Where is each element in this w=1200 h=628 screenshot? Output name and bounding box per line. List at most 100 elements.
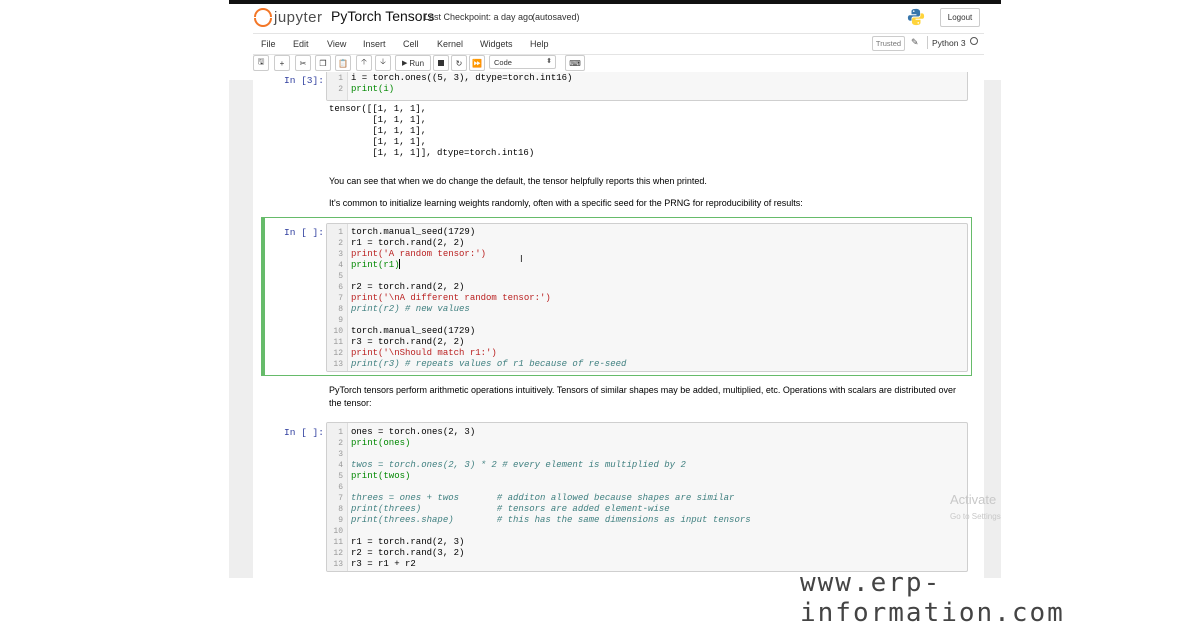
run-button[interactable]: ▶ Run (395, 55, 431, 71)
copy-button[interactable]: ❐ (315, 55, 331, 71)
line-number: 12 (333, 349, 343, 358)
arrow-down-icon: 🡣 (380, 57, 386, 66)
line-number: 10 (333, 527, 343, 536)
move-down-button[interactable]: 🡣 (375, 55, 391, 71)
code-text: r2 = torch.rand(3, 2) (351, 548, 465, 558)
line-number: 2 (338, 85, 343, 94)
markdown-text: the tensor: (329, 398, 372, 408)
line-number: 5 (338, 472, 343, 481)
code-cell-editor[interactable]: 1 ones = torch.ones(2, 3) 2 print(ones) 3 … (326, 422, 968, 572)
trusted-indicator[interactable]: Trusted (872, 36, 905, 51)
kernel-separator (927, 36, 928, 49)
line-number: 1 (338, 228, 343, 237)
menu-cell[interactable]: Cell (403, 39, 419, 49)
jupyter-logo-icon (254, 8, 272, 27)
jupyter-logo[interactable]: jupyter (254, 6, 323, 28)
code-text: r1 = torch.rand(2, 2) (351, 238, 465, 248)
text-cursor (399, 259, 400, 269)
line-number: 4 (338, 261, 343, 270)
code-cell-editor[interactable]: 1 i = torch.ones((5, 3), dtype=torch.int1… (326, 72, 968, 101)
code-text: print(twos) (351, 471, 411, 481)
interrupt-button[interactable] (433, 55, 449, 71)
line-number: 9 (338, 516, 343, 525)
code-text: r3 = r1 + r2 (351, 559, 416, 569)
pencil-icon[interactable]: ✎ (911, 37, 919, 48)
menu-help[interactable]: Help (530, 39, 549, 49)
code-line: 10 torch.manual_seed(1729) (327, 326, 967, 337)
logo-text: jupyter (274, 8, 323, 26)
activation-watermark: Activate (950, 492, 997, 507)
cell-prompt: In [ ]: (284, 427, 324, 438)
line-number: 13 (333, 560, 343, 569)
markdown-text: You can see that when we do change the d… (329, 176, 707, 186)
code-line: 1 ones = torch.ones(2, 3) (327, 427, 967, 438)
save-button[interactable]: 🖫 (253, 55, 269, 71)
code-line: 2 print(i) (327, 84, 967, 95)
cut-button[interactable]: ✂ (295, 55, 311, 71)
code-text: print('A random tensor:') (351, 249, 487, 259)
notebook-title[interactable]: PyTorch Tensors (331, 8, 434, 24)
line-number: 8 (338, 305, 343, 314)
code-text: print(r2) # new values (351, 304, 470, 314)
menu-edit[interactable]: Edit (293, 39, 309, 49)
code-text: print(ones) (351, 438, 411, 448)
paste-button[interactable]: 📋 (335, 55, 351, 71)
code-text: print(threes.shape) # this has the same … (351, 515, 751, 525)
autosave-status: (autosaved) (532, 12, 580, 22)
restart-button[interactable]: ↻ (451, 55, 467, 71)
code-line: 9 (327, 315, 967, 326)
code-text: print('\nA different random tensor:') (351, 293, 551, 303)
select-arrow-icon: ⬍ (546, 58, 552, 65)
line-number: 6 (338, 283, 343, 292)
kernel-name: Python 3 (932, 38, 966, 48)
code-line: 10 (327, 526, 967, 537)
cell-type-select[interactable]: Code ⬍ (489, 55, 556, 69)
command-palette-button[interactable]: ⌨ (565, 55, 585, 71)
restart-run-all-button[interactable]: ⏩ (469, 55, 485, 71)
arrow-up-icon: 🡡 (361, 57, 367, 66)
line-number: 2 (338, 439, 343, 448)
menu-file[interactable]: File (261, 39, 276, 49)
fast-forward-icon: ⏩ (472, 58, 482, 68)
menu-widgets[interactable]: Widgets (480, 39, 513, 49)
logout-button[interactable]: Logout (940, 8, 980, 27)
code-text: torch.manual_seed(1729) (351, 227, 476, 237)
line-number: 3 (338, 250, 343, 259)
move-up-button[interactable]: 🡡 (356, 55, 372, 71)
scissors-icon: ✂ (299, 58, 307, 68)
code-line: 1 i = torch.ones((5, 3), dtype=torch.int1… (327, 73, 967, 84)
code-line: 6 r2 = torch.rand(2, 2) (327, 282, 967, 293)
output-line: tensor([[1, 1, 1], (329, 104, 427, 114)
paste-icon: 📋 (338, 58, 348, 68)
keyboard-icon: ⌨ (569, 58, 581, 68)
line-number: 6 (338, 483, 343, 492)
menu-view[interactable]: View (327, 39, 346, 49)
code-text: r1 = torch.rand(2, 3) (351, 537, 465, 547)
line-number: 12 (333, 549, 343, 558)
insert-cell-button[interactable]: + (274, 55, 290, 71)
menu-kernel[interactable]: Kernel (437, 39, 463, 49)
line-number: 4 (338, 461, 343, 470)
code-line: 11 r3 = torch.rand(2, 2) (327, 337, 967, 348)
python-logo-icon (907, 8, 925, 26)
code-line: 7 threes = ones + twos # additon allowed … (327, 493, 967, 504)
output-line: [1, 1, 1], (329, 137, 427, 147)
code-line: 1 torch.manual_seed(1729) (327, 227, 967, 238)
markdown-text: PyTorch tensors perform arithmetic opera… (329, 385, 956, 395)
code-line: 2 r1 = torch.rand(2, 2) (327, 238, 967, 249)
code-cell-editor[interactable]: 1 torch.manual_seed(1729) 2 r1 = torch.ran… (326, 223, 968, 372)
cell-type-value: Code (494, 57, 512, 67)
code-text: twos = torch.ones(2, 3) * 2 # every elem… (351, 460, 686, 470)
checkpoint-status: Last Checkpoint: a day ago (424, 12, 534, 22)
mouse-ibeam-icon: I (520, 254, 523, 265)
stop-icon (438, 60, 444, 66)
output-line: [1, 1, 1], (329, 115, 427, 125)
line-number: 5 (338, 272, 343, 281)
line-number: 10 (333, 327, 343, 336)
line-number: 11 (333, 538, 343, 547)
code-text: ones = torch.ones(2, 3) (351, 427, 476, 437)
menu-insert[interactable]: Insert (363, 39, 386, 49)
line-number: 11 (333, 338, 343, 347)
output-line: [1, 1, 1]], dtype=torch.int16) (329, 148, 535, 158)
code-line: 13 print(r3) # repeats values of r1 becau… (327, 359, 967, 370)
